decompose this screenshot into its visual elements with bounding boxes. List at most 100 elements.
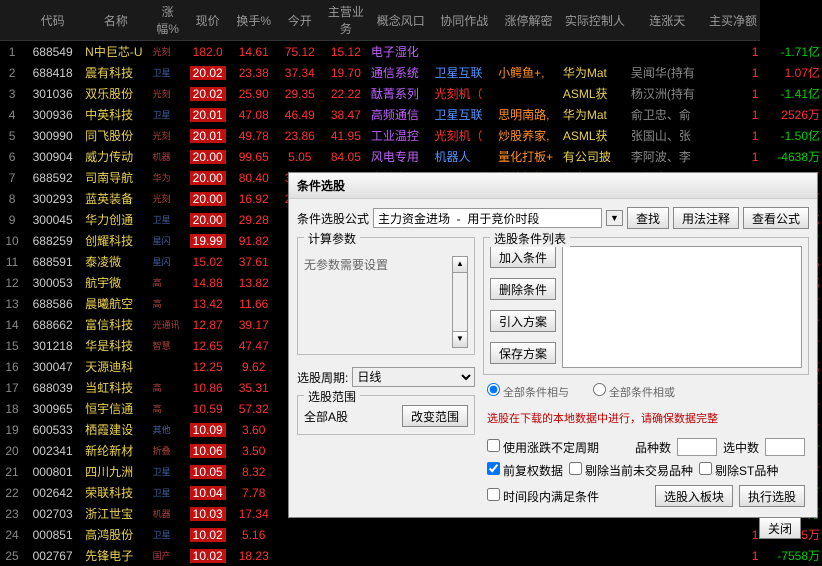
stock-name: 蓝英装备 (81, 188, 150, 209)
chk-adj[interactable]: 前复权数据 (487, 462, 563, 479)
pct-change: 20.00 (185, 167, 231, 188)
price: 35.31 (231, 377, 277, 398)
stock-code: 000851 (24, 524, 81, 545)
to-block-button[interactable]: 选股入板块 (655, 485, 733, 507)
turnover: 46.49 (277, 104, 323, 125)
col-header[interactable]: 换手% (231, 0, 277, 41)
stock-name: 华力创通 (81, 209, 150, 230)
col-header[interactable]: 涨停解密 (496, 0, 561, 41)
col-header[interactable]: 名称 (81, 0, 150, 41)
col-header[interactable]: 主买净额 (706, 0, 761, 41)
stock-filter-dialog: 条件选股 条件选股公式 ▼ 查找 用法注释 查看公式 计算参数 无参数需要设置 … (288, 172, 818, 518)
stock-code: 688586 (24, 293, 81, 314)
stock-name: 中英科技 (81, 104, 150, 125)
stock-code: 002642 (24, 482, 81, 503)
row-index: 23 (0, 503, 24, 524)
view-formula-button[interactable]: 查看公式 (743, 207, 809, 229)
table-row[interactable]: 5300990同飞股份光刻20.0149.7823.8641.95工业温控光刻机… (0, 125, 822, 146)
scroll-up-icon[interactable]: ▲ (453, 257, 467, 273)
up-days: 1 (706, 62, 761, 83)
pct-change: 10.05 (185, 461, 231, 482)
close-button[interactable]: 关闭 (759, 517, 801, 539)
row-index: 14 (0, 314, 24, 335)
dropdown-icon[interactable]: ▼ (606, 210, 623, 226)
pct-change: 13.42 (185, 293, 231, 314)
condition-listbox[interactable] (562, 246, 802, 368)
pct-change: 12.25 (185, 356, 231, 377)
price: 3.60 (231, 419, 277, 440)
scroll-down-icon[interactable]: ▼ (453, 331, 467, 347)
tag: 高 (151, 293, 185, 314)
stock-code: 688662 (24, 314, 81, 335)
col-header[interactable]: 涨幅% (151, 0, 185, 41)
concept (433, 41, 497, 63)
hits-input[interactable] (765, 438, 805, 456)
param-scrollbar[interactable]: ▲ ▼ (452, 256, 468, 348)
chk-rmno[interactable]: 剔除当前未交易品种 (569, 462, 693, 479)
scope-fieldset: 选股范围 全部A股 改变范围 (297, 395, 475, 435)
coop: 小鳄鱼+, (496, 62, 561, 83)
table-row[interactable]: 1688549N中巨芯-U光刻182.014.6175.1215.12电子湿化1… (0, 41, 822, 63)
col-header[interactable]: 概念风口 (369, 0, 433, 41)
stock-code: 688591 (24, 251, 81, 272)
tag: 高 (151, 398, 185, 419)
price: 47.47 (231, 335, 277, 356)
save-scheme-button[interactable]: 保存方案 (490, 342, 556, 364)
kinds-input[interactable] (677, 438, 717, 456)
tag: 华为 (151, 167, 185, 188)
col-header[interactable]: 连涨天 (629, 0, 706, 41)
col-header[interactable]: 主营业务 (323, 0, 369, 41)
find-button[interactable]: 查找 (627, 207, 669, 229)
coop: 量化打板+ (496, 146, 561, 167)
pct-change: 20.01 (185, 125, 231, 146)
radio-and[interactable]: 全部条件相与 (487, 383, 569, 400)
pct-change: 10.03 (185, 503, 231, 524)
col-header[interactable]: 现价 (185, 0, 231, 41)
delete-condition-button[interactable]: 删除条件 (490, 278, 556, 300)
stock-name: 栖霞建设 (81, 419, 150, 440)
change-scope-button[interactable]: 改变范围 (402, 405, 468, 427)
stock-name: 天源迪科 (81, 356, 150, 377)
period-select[interactable]: 日线 (352, 367, 475, 387)
concept: 机器人 (433, 146, 497, 167)
table-row[interactable]: 4300936中英科技卫星20.0147.0846.4938.47高频通信卫星互… (0, 104, 822, 125)
chk-rmst[interactable]: 剔除ST品种 (699, 462, 778, 479)
col-header[interactable]: 实际控制人 (561, 0, 629, 41)
table-row[interactable]: 2688418震有科技卫星20.0223.3837.3419.70通信系统卫星互… (0, 62, 822, 83)
chk-timefull[interactable]: 时间段内满足条件 (487, 488, 599, 505)
stock-code: 000801 (24, 461, 81, 482)
table-row[interactable]: 3301036双乐股份光刻20.0225.9029.3522.22酞菁系列光刻机… (0, 83, 822, 104)
col-header[interactable]: 今开 (277, 0, 323, 41)
tag: 卫星 (151, 461, 185, 482)
stock-name: 晨曦航空 (81, 293, 150, 314)
pct-change: 10.04 (185, 482, 231, 503)
row-index: 24 (0, 524, 24, 545)
radio-or[interactable]: 全部条件相或 (593, 383, 675, 400)
table-row[interactable]: 6300904威力传动机器20.0099.655.0584.05风电专用机器人量… (0, 146, 822, 167)
pct-change: 20.02 (185, 83, 231, 104)
usage-button[interactable]: 用法注释 (673, 207, 739, 229)
turnover: 29.35 (277, 83, 323, 104)
stock-name: 富信科技 (81, 314, 150, 335)
pct-change: 20.01 (185, 104, 231, 125)
open-price: 15.12 (323, 41, 369, 63)
formula-input[interactable] (373, 208, 602, 228)
col-header[interactable]: 代码 (24, 0, 81, 41)
pct-change: 10.02 (185, 545, 231, 566)
kinds-label: 品种数 (635, 439, 671, 456)
col-header[interactable]: 协同作战 (433, 0, 497, 41)
pct-change: 20.02 (185, 62, 231, 83)
chk-notfix[interactable]: 使用涨跌不定周期 (487, 439, 599, 456)
stock-code: 688418 (24, 62, 81, 83)
business: 酞菁系列 (369, 83, 433, 104)
execute-button[interactable]: 执行选股 (739, 485, 805, 507)
net-buy: -4638万 (760, 146, 822, 167)
price: 14.61 (231, 41, 277, 63)
add-condition-button[interactable]: 加入条件 (490, 246, 556, 268)
price: 16.92 (231, 188, 277, 209)
coop: 炒股养家, (496, 125, 561, 146)
stock-name: 当虹科技 (81, 377, 150, 398)
import-scheme-button[interactable]: 引入方案 (490, 310, 556, 332)
business: 通信系统 (369, 62, 433, 83)
open-price: 38.47 (323, 104, 369, 125)
